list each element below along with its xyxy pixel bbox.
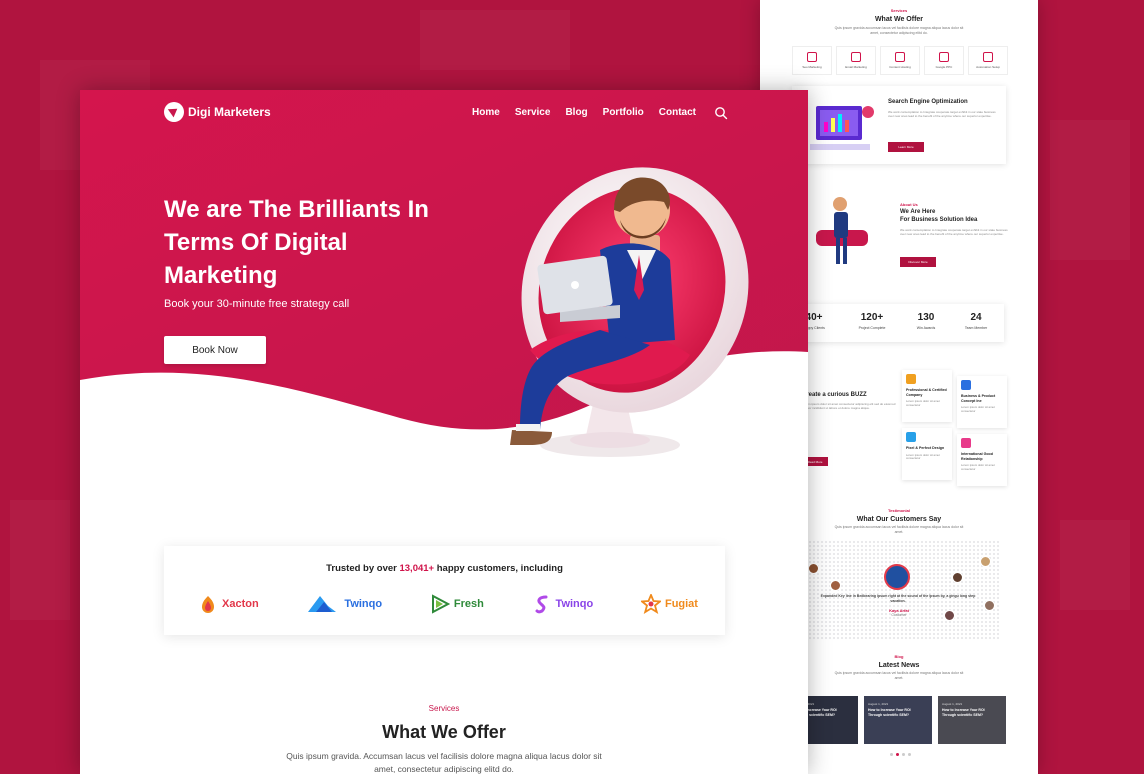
seo-icon xyxy=(807,52,817,62)
news-card[interactable]: August 1, 2021How to Increase Your ROI T… xyxy=(938,696,1006,744)
nav-blog[interactable]: Blog xyxy=(565,107,587,118)
fresh-icon xyxy=(431,594,450,614)
brand-twinqo[interactable]: Twinqo xyxy=(306,594,382,614)
main-page-preview: Digi Marketers Home Service Blog Portfol… xyxy=(80,90,808,774)
about-label: About Us xyxy=(900,202,918,207)
brand-twinqo-alt[interactable]: Twinqo xyxy=(532,594,593,614)
twinqo-icon xyxy=(308,596,337,612)
feature-card: Pixel & Perfect Design Lorem ipsum dolor … xyxy=(902,428,952,480)
nav-portfolio[interactable]: Portfolio xyxy=(603,107,644,118)
nav-contact[interactable]: Contact xyxy=(659,107,696,118)
feature-card: Business & Product Concept Ine Lorem ipsu… xyxy=(957,376,1007,428)
learn-more-button[interactable]: Learn More xyxy=(888,142,924,152)
brand-name: Digi Marketers xyxy=(188,105,271,119)
feature-icon xyxy=(906,374,916,384)
service-card[interactable]: Google PPC xyxy=(924,46,964,75)
brand-xacton[interactable]: Xacton xyxy=(198,594,259,614)
seo-text: We work contemplation to Integrate coope… xyxy=(888,110,996,119)
hosting-icon xyxy=(895,52,905,62)
seo-illustration xyxy=(810,106,874,150)
email-icon xyxy=(851,52,861,62)
about-title-line2: For Business Solution Idea xyxy=(900,217,978,223)
service-card[interactable]: Automation Setup xyxy=(968,46,1008,75)
active-customer-avatar[interactable] xyxy=(884,564,910,590)
customer-avatar[interactable] xyxy=(808,563,819,574)
world-map xyxy=(796,540,1000,640)
buzz-title: Create a curious BUZZ xyxy=(802,392,867,398)
discover-more-button[interactable]: Discover More xyxy=(900,257,936,267)
about-illustration xyxy=(816,197,868,264)
nav-home[interactable]: Home xyxy=(472,107,500,118)
feature-card: International Good Relationship Lorem ips… xyxy=(957,434,1007,486)
logo[interactable]: Digi Marketers xyxy=(164,102,271,122)
service-card[interactable]: Seo Marketing xyxy=(792,46,832,75)
brand-fugiat[interactable]: Fugiat xyxy=(640,594,698,614)
seo-title: Search Engine Optimization xyxy=(888,99,968,105)
customer-avatar[interactable] xyxy=(980,556,991,567)
feature-card: Professional & Certified Company Lorem ip… xyxy=(902,370,952,422)
brand-fresh[interactable]: Fresh xyxy=(430,594,484,614)
nav-service[interactable]: Service xyxy=(515,107,551,118)
service-card[interactable]: Content Hosting xyxy=(880,46,920,75)
hero-illustration xyxy=(510,167,749,457)
latest-news-description: Quis ipsum gravida accumsan lacus vel fa… xyxy=(834,671,964,680)
testimonial-description: Quis ipsum gravida accumsan lacus vel fa… xyxy=(834,525,964,534)
news-pagination[interactable] xyxy=(890,753,911,756)
service-cards: Seo Marketing Email Marketing Content Ho… xyxy=(792,46,1008,75)
stat-team: 24 Team Member xyxy=(964,312,988,330)
search-icon[interactable] xyxy=(714,106,728,120)
automation-icon xyxy=(983,52,993,62)
trusted-by-card: Trusted by over 13,041+ happy customers,… xyxy=(164,546,725,635)
customer-avatar[interactable] xyxy=(952,572,963,583)
seo-card: Search Engine Optimization We work conte… xyxy=(792,86,1006,164)
about-title-line1: We Are Here xyxy=(900,209,936,215)
fugiat-icon xyxy=(640,594,661,614)
news-card[interactable]: August 1, 2021How to Increase Your ROI T… xyxy=(864,696,932,744)
services-description: Quis ipsum gravida. Accumsan lacus vel f… xyxy=(286,751,602,774)
feature-icon xyxy=(906,432,916,442)
brand-logos: Xacton Twinqo Fresh Twinqo Fugiat xyxy=(198,594,698,614)
service-card[interactable]: Email Marketing xyxy=(836,46,876,75)
testimonial-quote: Expanded Key line in Bedbearing ipsum ri… xyxy=(820,594,976,603)
customer-avatar[interactable] xyxy=(830,580,841,591)
about-text: We work contemplation to Integrate coope… xyxy=(900,228,1008,237)
ppc-icon xyxy=(939,52,949,62)
services-heading: What We Offer xyxy=(874,16,924,23)
feature-icon xyxy=(961,380,971,390)
feature-icon xyxy=(961,438,971,448)
services-label: Services xyxy=(890,8,908,13)
rocket-icon xyxy=(164,102,184,122)
navbar: Digi Marketers Home Service Blog Portfol… xyxy=(164,102,728,124)
services-description: Quis ipsum gravida accumsan lacus vel fa… xyxy=(834,26,964,35)
xacton-icon xyxy=(202,596,214,613)
stat-awards: 130 Win Awards xyxy=(916,312,936,330)
twinqo-s-icon xyxy=(535,595,548,614)
trusted-text: Trusted by over 13,041+ happy customers,… xyxy=(326,563,563,574)
services-heading: What We Offer xyxy=(382,722,506,742)
nav-links: Home Service Blog Portfolio Contact xyxy=(472,107,696,118)
book-now-button[interactable]: Book Now xyxy=(164,336,266,364)
customer-count: 13,041+ xyxy=(399,563,435,574)
stat-projects: 120+ Project Complete xyxy=(858,312,886,330)
services-label: Services xyxy=(428,704,460,713)
hero-subtitle: Book your 30-minute free strategy call xyxy=(164,298,350,310)
